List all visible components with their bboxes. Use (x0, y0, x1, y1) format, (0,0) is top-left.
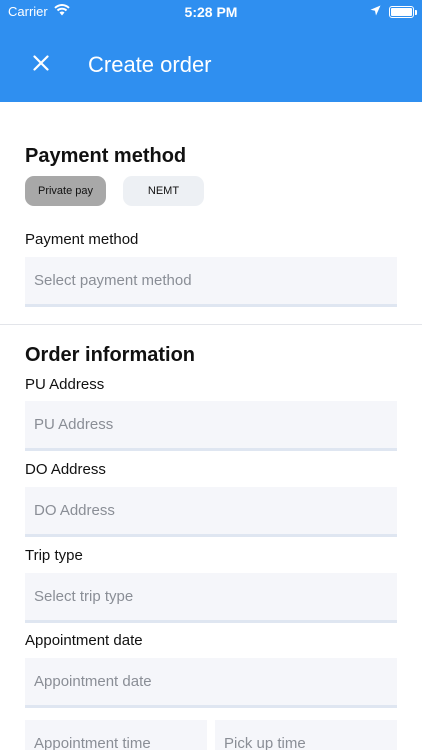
pickup-time-placeholder: Pick up time (224, 735, 306, 750)
trip-type-placeholder: Select trip type (34, 588, 134, 605)
nemt-option[interactable]: NEMT (123, 176, 204, 206)
payment-method-label: Payment method (25, 231, 139, 248)
appointment-date-placeholder: Appointment date (34, 673, 152, 690)
order-section-title: Order information (25, 344, 196, 366)
appointment-time-input[interactable]: Appointment time (25, 720, 207, 750)
pickup-time-input[interactable]: Pick up time (215, 720, 397, 750)
do-address-label: DO Address (25, 461, 106, 478)
private-pay-option[interactable]: Private pay (25, 176, 106, 206)
location-arrow-icon (370, 4, 381, 19)
pu-address-input[interactable]: PU Address (25, 401, 397, 451)
appointment-time-placeholder: Appointment time (34, 735, 151, 750)
appointment-date-input[interactable]: Appointment date (25, 658, 397, 708)
battery-icon (389, 5, 417, 18)
status-time: 5:28 PM (184, 4, 238, 20)
do-address-placeholder: DO Address (34, 502, 115, 519)
payment-section-title: Payment method (25, 145, 187, 167)
page-title: Create order (88, 52, 212, 77)
trip-type-select[interactable]: Select trip type (25, 573, 397, 623)
trip-type-label: Trip type (25, 547, 83, 564)
pu-address-placeholder: PU Address (34, 416, 114, 433)
close-icon (33, 54, 49, 76)
payment-method-placeholder: Select payment method (34, 272, 192, 289)
do-address-input[interactable]: DO Address (25, 487, 397, 537)
status-bar: Carrier 5:28 PM (0, 0, 422, 24)
appointment-date-label: Appointment date (25, 632, 143, 649)
payment-method-select[interactable]: Select payment method (25, 257, 397, 307)
pu-address-label: PU Address (25, 376, 105, 393)
app-header: Carrier 5:28 PM Create order (0, 0, 422, 102)
section-divider (0, 324, 422, 325)
close-button[interactable] (26, 50, 56, 80)
